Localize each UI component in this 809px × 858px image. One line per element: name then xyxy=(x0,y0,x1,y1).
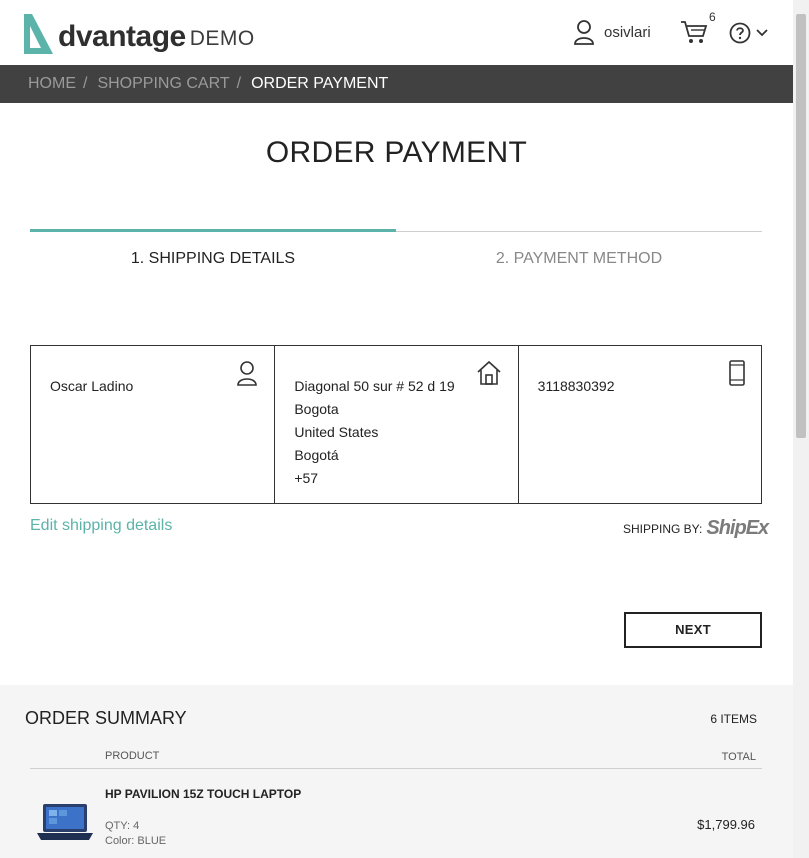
username-label: osivlari xyxy=(604,23,651,41)
shipping-by: SHIPPING BY: ShipEx xyxy=(623,517,769,540)
edit-shipping-details-link[interactable]: Edit shipping details xyxy=(30,517,172,535)
shipping-name: Oscar Ladino xyxy=(50,378,134,394)
user-icon xyxy=(574,20,594,45)
logo-wordmark: dvantage xyxy=(58,20,186,53)
column-header-product: PRODUCT xyxy=(105,750,160,762)
logo-demo-text: DEMO xyxy=(189,27,255,50)
shipping-phone-column: 3118830392 xyxy=(517,346,761,503)
shopping-cart-icon xyxy=(681,21,708,43)
breadcrumb-shopping-cart[interactable]: SHOPPING CART xyxy=(97,75,229,93)
shipping-name-column: Oscar Ladino xyxy=(31,346,274,503)
home-icon xyxy=(477,360,501,385)
breadcrumb: HOME / SHOPPING CART / ORDER PAYMENT xyxy=(0,65,793,103)
shipping-address-column: Diagonal 50 sur # 52 d 19 Bogota United … xyxy=(274,346,517,503)
address-line: +57 xyxy=(294,470,319,486)
shipex-logo: ShipEx xyxy=(706,517,769,539)
breadcrumb-home[interactable]: HOME xyxy=(28,75,76,93)
items-count: 6 ITEMS xyxy=(710,712,757,726)
cart-count-badge: 6 xyxy=(709,10,716,24)
steps-active-indicator xyxy=(30,229,396,232)
breadcrumb-current: ORDER PAYMENT xyxy=(251,75,389,92)
scrollbar-thumb[interactable] xyxy=(796,14,806,438)
shipping-phone: 3118830392 xyxy=(537,378,615,394)
logo-mark-icon xyxy=(24,14,53,54)
laptop-product-image[interactable] xyxy=(37,802,93,842)
tab-payment-method[interactable]: 2. PAYMENT METHOD xyxy=(396,250,762,268)
column-header-total: TOTAL xyxy=(721,751,756,763)
product-name[interactable]: HP PAVILION 15Z TOUCH LAPTOP xyxy=(105,787,301,801)
advantage-logo[interactable]: dvantage DEMO xyxy=(22,10,255,56)
address-line: United States xyxy=(294,424,379,440)
breadcrumb-separator: / xyxy=(83,75,88,92)
address-line: Bogota xyxy=(294,401,339,417)
next-button[interactable]: NEXT xyxy=(624,612,762,648)
site-header: dvantage DEMO osivlari 6 xyxy=(0,0,793,65)
summary-divider xyxy=(30,768,762,769)
cart-button[interactable] xyxy=(680,19,708,50)
help-icon xyxy=(729,22,751,44)
user-icon xyxy=(237,361,258,386)
chevron-down-icon xyxy=(756,29,768,37)
shipping-details-box: Oscar Ladino Diagonal 50 sur # 52 d 19 B… xyxy=(30,345,762,504)
mobile-phone-icon xyxy=(729,360,745,386)
product-total-price: $1,799.96 xyxy=(697,817,755,832)
address-line: Bogotá xyxy=(294,447,339,463)
product-color: Color: BLUE xyxy=(105,835,167,847)
user-menu[interactable]: osivlari xyxy=(572,19,651,45)
order-summary-title: ORDER SUMMARY xyxy=(25,708,187,728)
page-title: ORDER PAYMENT xyxy=(265,136,528,169)
shipping-by-label: SHIPPING BY: xyxy=(623,521,703,536)
help-menu[interactable] xyxy=(729,22,769,44)
product-quantity: QTY: 4 xyxy=(105,820,140,832)
breadcrumb-separator: / xyxy=(236,75,242,92)
order-summary: ORDER SUMMARY 6 ITEMS PRODUCT TOTAL HP P… xyxy=(0,685,793,858)
tab-shipping-details[interactable]: 1. SHIPPING DETAILS xyxy=(30,250,396,268)
page-scrollbar[interactable] xyxy=(793,0,809,858)
